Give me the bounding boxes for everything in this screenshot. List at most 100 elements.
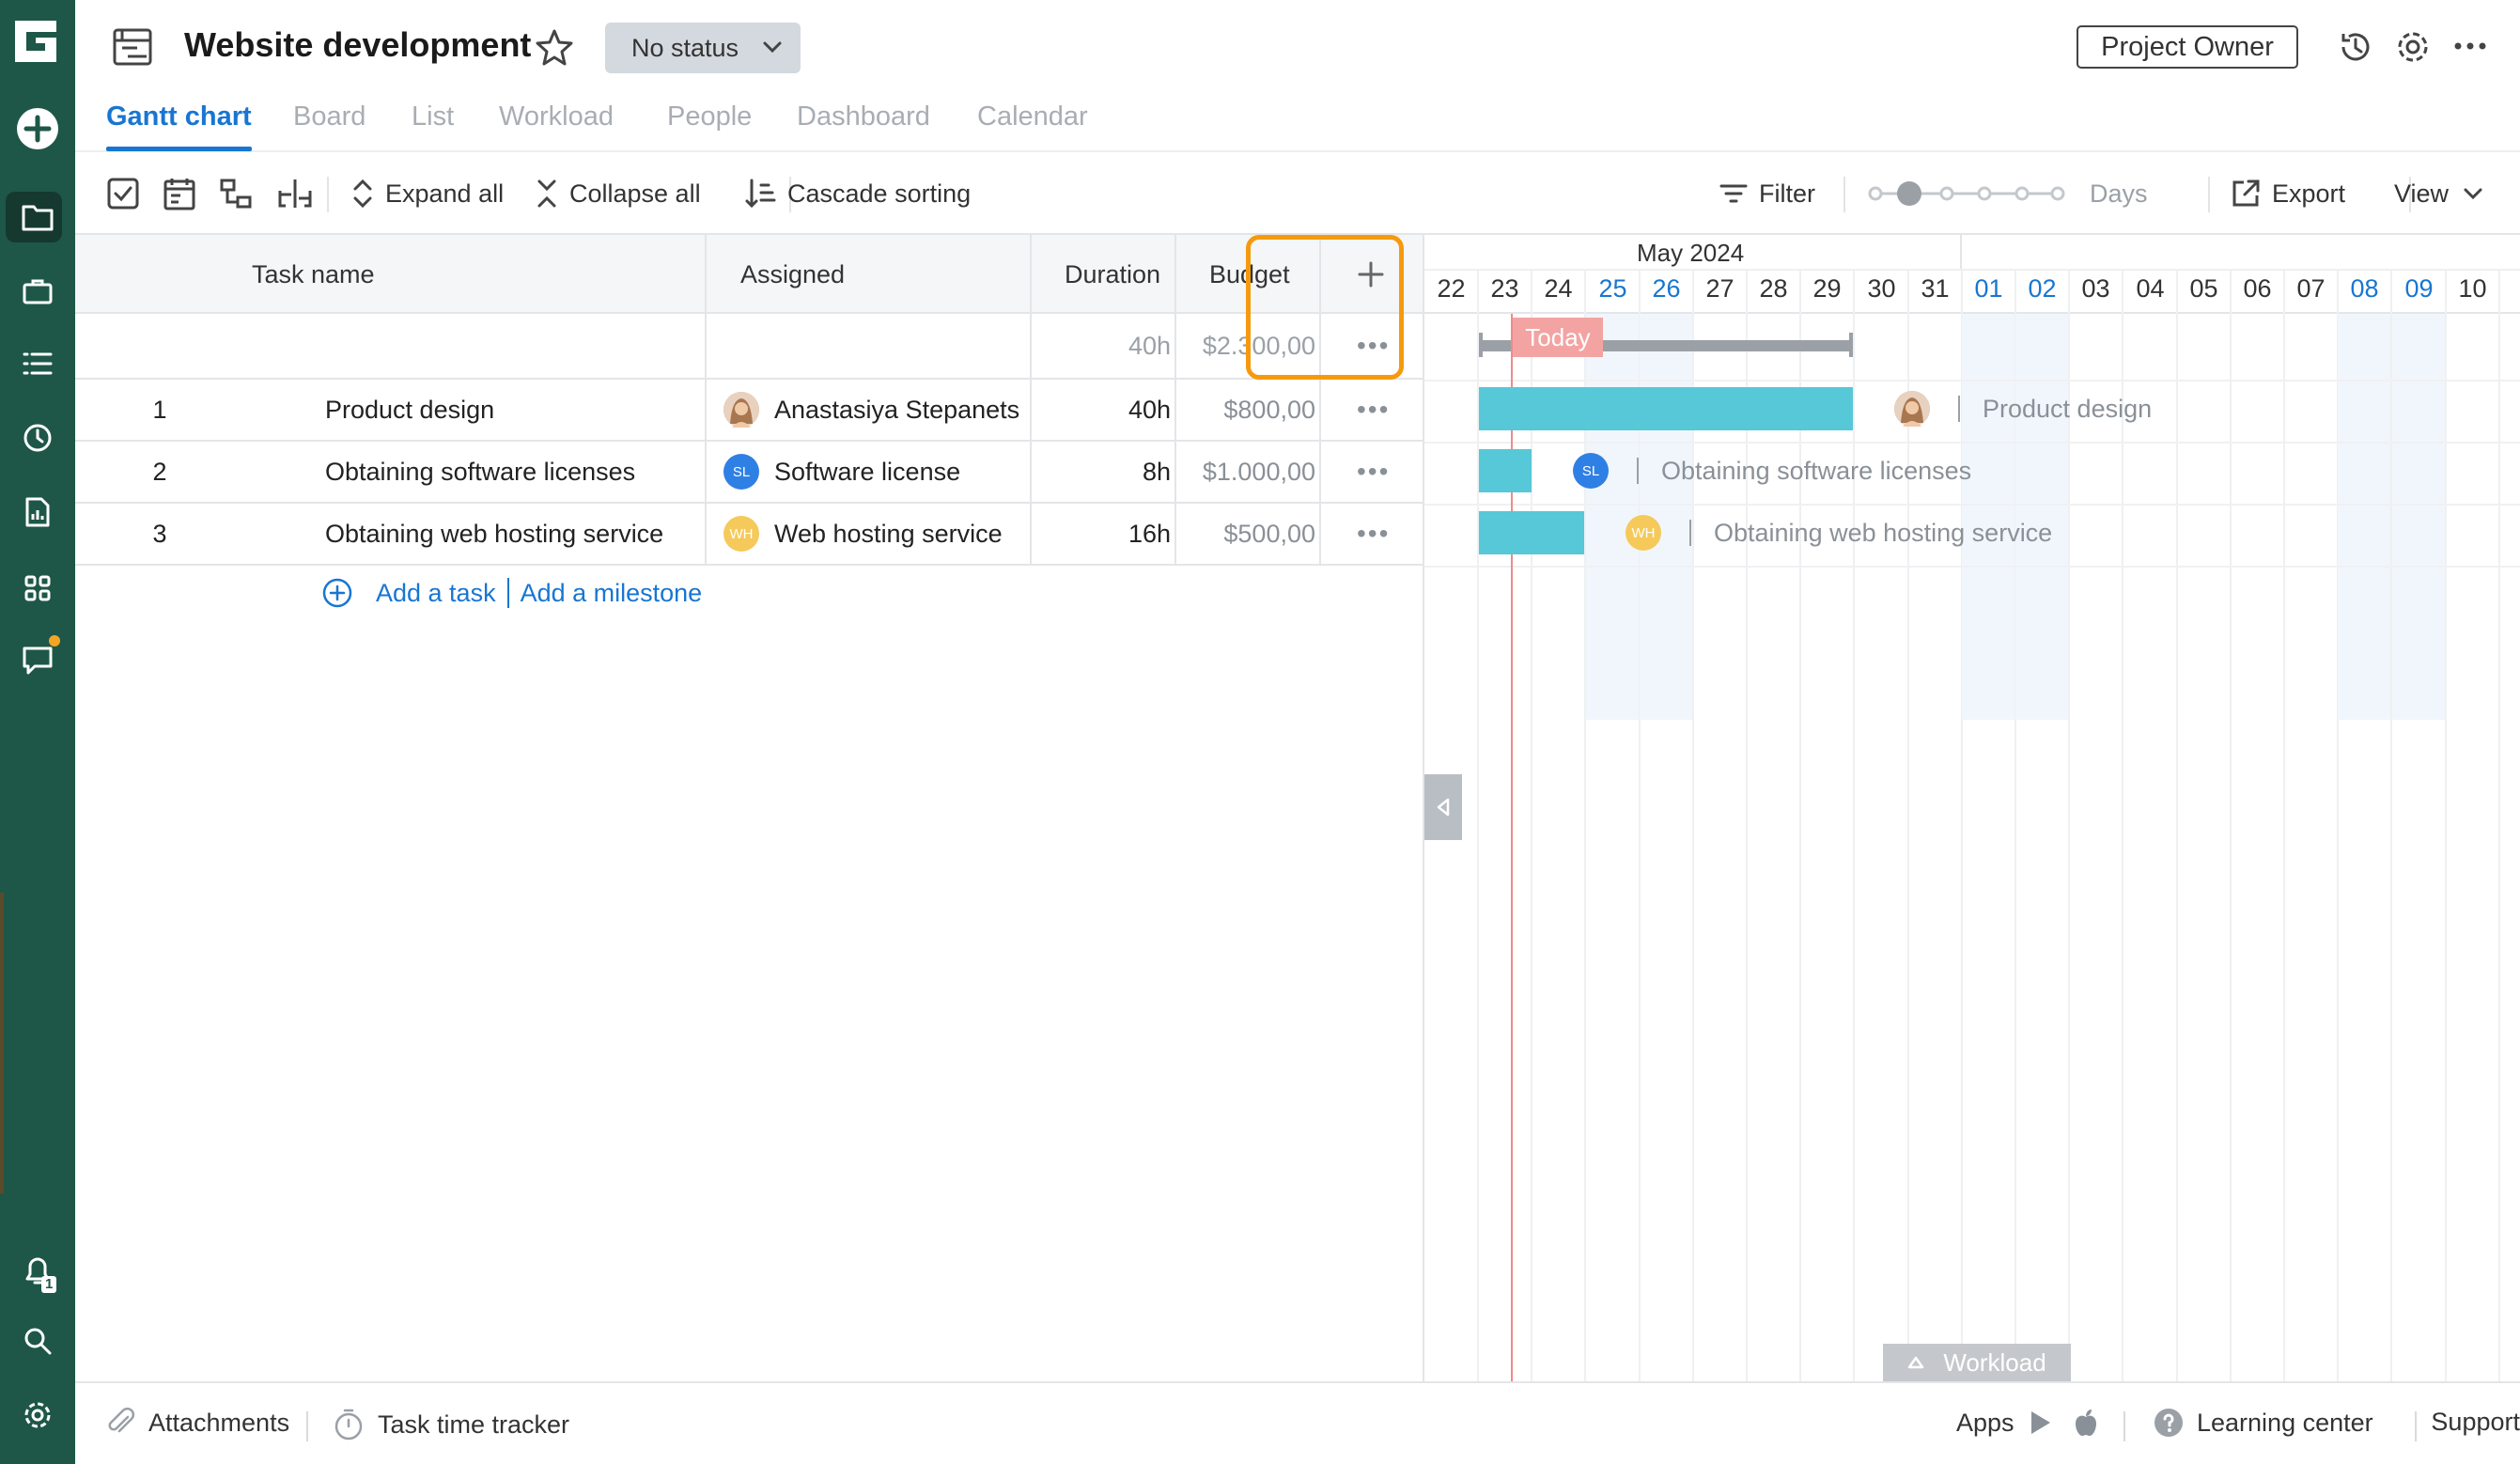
tab-list[interactable]: List (412, 101, 454, 132)
task-duration[interactable]: 40h (1030, 380, 1171, 440)
task-budget[interactable]: $800,00 (1174, 380, 1315, 440)
task-name[interactable]: Product design (325, 380, 494, 440)
column-header-task-name[interactable]: Task name (252, 235, 375, 314)
toolbar-separator (2208, 177, 2210, 212)
workload-toggle[interactable]: Workload (1883, 1344, 2071, 1381)
apps-label: Apps (1956, 1408, 2014, 1437)
export-button[interactable]: Export (2231, 175, 2345, 212)
summary-bar-cap (1479, 333, 1483, 357)
column-header-assigned[interactable]: Assigned (740, 235, 845, 314)
help-circle-icon (2154, 1409, 2183, 1437)
cascade-sorting-label: Cascade sorting (787, 179, 972, 208)
timeline-day-label: 24 (1544, 274, 1573, 303)
time-tracker-button[interactable]: Task time tracker (333, 1408, 569, 1441)
zoom-slider[interactable]: Days (1868, 175, 2148, 212)
task-name[interactable]: Obtaining software licenses (325, 442, 635, 502)
paperclip-icon (108, 1408, 135, 1433)
attachments-button[interactable]: Attachments (107, 1408, 289, 1438)
task-duration[interactable]: 16h (1030, 504, 1171, 564)
timeline-day-label: 31 (1921, 274, 1950, 303)
calendar-settings-icon[interactable] (163, 175, 207, 212)
expand-all-button[interactable]: Expand all (351, 175, 504, 212)
more-options-icon[interactable] (2452, 32, 2488, 65)
ganttpro-logo[interactable] (9, 15, 66, 71)
search-icon[interactable] (0, 1313, 75, 1369)
day-gridline (2230, 314, 2232, 1381)
projects-folder-icon[interactable] (0, 189, 75, 245)
tab-gantt-chart[interactable]: Gantt chart (106, 101, 252, 151)
row-more-icon[interactable]: ••• (1357, 504, 1390, 564)
label-pipe (1958, 396, 1960, 422)
task-budget[interactable]: $500,00 (1174, 504, 1315, 564)
task-bar[interactable] (1479, 511, 1584, 554)
task-budget[interactable]: $1.000,00 (1174, 442, 1315, 502)
collapse-all-button[interactable]: Collapse all (536, 175, 701, 212)
tab-calendar[interactable]: Calendar (977, 101, 1088, 132)
timeline-month: May 2024 (1637, 239, 1745, 267)
weekend-column (1586, 314, 1640, 720)
assignee[interactable]: SL Software license (723, 442, 960, 502)
filter-label: Filter (1759, 179, 1815, 208)
view-dropdown[interactable]: View (2394, 175, 2484, 212)
learning-center-link[interactable]: Learning center (2154, 1408, 2373, 1438)
row-number: 2 (152, 457, 167, 486)
tab-people[interactable]: People (667, 101, 752, 132)
apple-icon[interactable] (2073, 1408, 2099, 1438)
google-play-icon[interactable] (2028, 1409, 2054, 1437)
project-owner-button[interactable]: Project Owner (2077, 25, 2298, 69)
task-name[interactable]: Obtaining web hosting service (325, 504, 663, 564)
favorite-star-icon[interactable] (536, 28, 573, 70)
table-row[interactable]: 3 Obtaining web hosting service WH Web h… (75, 504, 1423, 566)
apps-link[interactable]: Apps (1956, 1408, 2112, 1438)
task-bar-label: Product design (1958, 391, 2152, 427)
tab-dashboard[interactable]: Dashboard (797, 101, 930, 132)
table-row[interactable]: 2 Obtaining software licenses SL Softwar… (75, 442, 1423, 504)
collapse-grid-handle[interactable] (1424, 774, 1462, 840)
apps-grid-icon[interactable] (0, 560, 75, 616)
timeline-day-label: 22 (1437, 274, 1466, 303)
row-more-icon[interactable]: ••• (1357, 380, 1390, 440)
portfolio-briefcase-icon[interactable] (0, 263, 75, 319)
timeline-day-label: 23 (1490, 274, 1519, 303)
assignee[interactable]: WH Web hosting service (723, 504, 1003, 564)
cascade-sorting-button[interactable]: Cascade sorting (744, 175, 971, 212)
history-icon[interactable] (2338, 29, 2373, 70)
add-milestone-link[interactable]: Add a milestone (521, 579, 703, 608)
day-gridline (2283, 314, 2285, 1381)
chat-icon[interactable] (0, 632, 75, 689)
add-circle-icon[interactable] (321, 577, 353, 609)
select-tasks-checkbox-icon[interactable] (107, 175, 150, 212)
label-pipe (1637, 458, 1639, 484)
task-bar[interactable] (1479, 387, 1853, 430)
project-status-dropdown[interactable]: No status (605, 23, 801, 73)
task-bar[interactable] (1479, 449, 1532, 492)
status-value: No status (631, 33, 739, 62)
tab-workload[interactable]: Workload (499, 101, 614, 132)
attachments-label: Attachments (148, 1408, 290, 1437)
expand-all-label: Expand all (385, 179, 505, 208)
settings-gear-icon[interactable] (0, 1387, 75, 1443)
task-bar-text: Obtaining software licenses (1661, 456, 1972, 485)
task-duration[interactable]: 8h (1030, 442, 1171, 502)
row-more-icon[interactable]: ••• (1357, 442, 1390, 502)
create-new-icon[interactable] (0, 101, 75, 157)
notifications-bell-icon[interactable] (0, 1242, 75, 1299)
timeline-day-label: 02 (2028, 274, 2057, 303)
user-avatar (1894, 391, 1930, 427)
summary-duration: 40h (1128, 331, 1171, 360)
workload-label: Workload (1943, 1347, 2046, 1377)
dependencies-icon[interactable] (220, 175, 263, 212)
reports-icon[interactable] (0, 484, 75, 540)
project-settings-gear-icon[interactable] (2395, 29, 2431, 70)
timeline-day-label: 09 (2404, 274, 2434, 303)
table-row[interactable]: 1 Product design Anastasiya Stepanets 40… (75, 380, 1423, 442)
time-log-clock-icon[interactable] (0, 410, 75, 466)
tab-board[interactable]: Board (293, 101, 366, 132)
critical-path-icon[interactable] (276, 175, 325, 212)
add-task-link[interactable]: Add a task (376, 579, 496, 608)
filter-button[interactable]: Filter (1719, 175, 1815, 212)
support-link[interactable]: Support (2415, 1408, 2520, 1437)
task-list-icon[interactable] (0, 335, 75, 392)
assignee[interactable]: Anastasiya Stepanets (723, 380, 1019, 440)
column-header-duration[interactable]: Duration (1065, 235, 1160, 314)
